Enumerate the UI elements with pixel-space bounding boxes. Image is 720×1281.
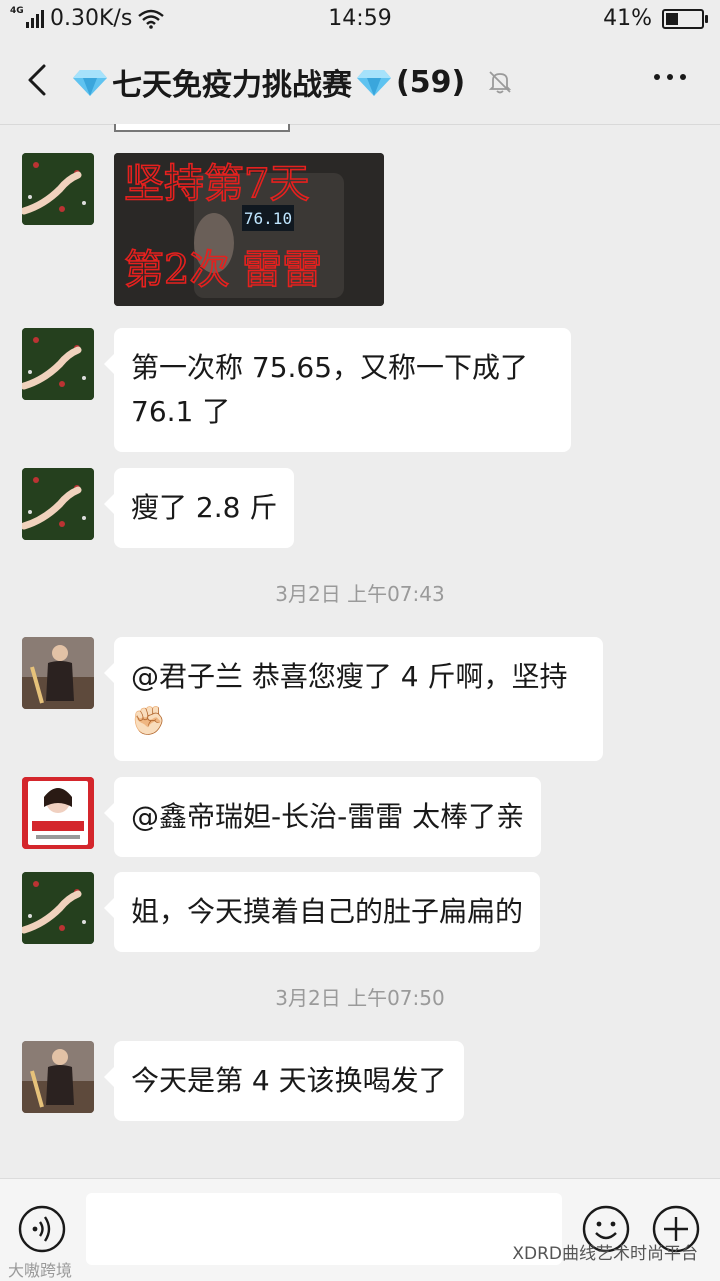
message-bubble[interactable]: @君子兰 恭喜您瘦了 4 斤啊，坚持✊🏻 — [104, 637, 603, 761]
list-item: @君子兰 恭喜您瘦了 4 斤啊，坚持✊🏻 — [22, 637, 603, 761]
watermark-right: XDRD曲线艺术时尚平台 — [512, 1244, 698, 1264]
message-bubble[interactable]: 姐，今天摸着自己的肚子扁扁的 — [103, 872, 541, 952]
avatar[interactable] — [22, 777, 94, 849]
message-input[interactable] — [86, 1193, 562, 1265]
avatar[interactable] — [22, 1041, 94, 1113]
message-bubble[interactable]: 瘦了 2.8 斤 — [103, 468, 295, 548]
watermark-left: 大嗷跨境 — [8, 1261, 73, 1280]
more-dots-icon — [654, 74, 660, 80]
voice-icon[interactable] — [18, 1205, 66, 1253]
avatar[interactable] — [22, 637, 94, 709]
avatar[interactable] — [22, 468, 94, 540]
member-count: (59) — [396, 64, 466, 100]
message-list[interactable]: 76.10 坚持第7天 第2次 雷雷 第一次称 75.65，又称一下成了76.1… — [0, 124, 720, 1178]
image-handwriting: 坚持第7天 — [124, 161, 309, 207]
list-item: 瘦了 2.8 斤 — [22, 468, 295, 548]
image-message[interactable]: 76.10 坚持第7天 第2次 雷雷 — [114, 153, 384, 306]
scale-reading: 76.10 — [244, 209, 292, 228]
back-arrow-icon[interactable] — [22, 60, 54, 100]
timestamp: 3月2日 上午07:50 — [275, 986, 445, 1010]
avatar[interactable] — [22, 328, 94, 400]
list-item: @鑫帝瑞妲-长治-雷雷 太棒了亲 — [22, 777, 542, 857]
image-handwriting: 第2次 雷雷 — [124, 247, 322, 293]
battery-icon — [662, 8, 708, 29]
avatar[interactable] — [22, 872, 94, 944]
chat-header: 七天免疫力挑战赛 (59) — [0, 38, 720, 125]
mute-bell-icon — [488, 71, 512, 94]
avatar[interactable] — [22, 153, 94, 225]
list-item: 第一次称 75.65，又称一下成了76.1 了 — [22, 328, 571, 452]
message-bubble[interactable]: 今天是第 4 天该换喝发了 — [104, 1041, 464, 1121]
diamond-icon — [73, 70, 107, 96]
list-item: 姐，今天摸着自己的肚子扁扁的 — [22, 872, 541, 952]
previous-image-edge — [114, 124, 290, 132]
message-bubble[interactable]: 第一次称 75.65，又称一下成了76.1 了 — [104, 328, 571, 452]
chat-title: 七天免疫力挑战赛 (59) — [72, 60, 513, 104]
list-item: 今天是第 4 天该换喝发了 — [22, 1041, 464, 1121]
group-name: 七天免疫力挑战赛 — [112, 68, 352, 103]
input-bar: 大嗷跨境 XDRD曲线艺术时尚平台 — [0, 1178, 720, 1281]
message-bubble[interactable]: @鑫帝瑞妲-长治-雷雷 太棒了亲 — [103, 777, 542, 857]
timestamp: 3月2日 上午07:43 — [275, 582, 445, 606]
status-bar: 4G 0.30K/s 14:59 41% — [0, 0, 720, 38]
list-item: 76.10 坚持第7天 第2次 雷雷 — [22, 153, 384, 306]
more-options-button[interactable] — [654, 74, 686, 80]
diamond-icon — [357, 70, 391, 96]
battery-percent: 41% — [603, 6, 652, 31]
